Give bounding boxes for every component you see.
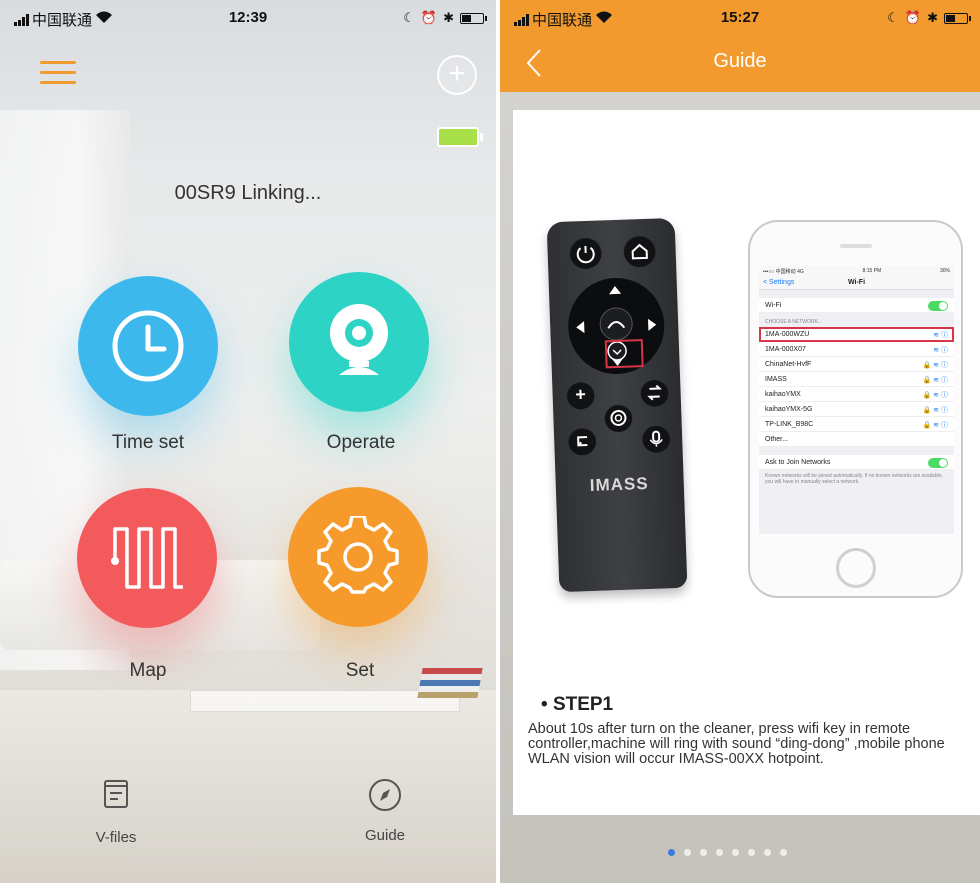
alarm-icon: ⏰	[420, 10, 438, 25]
moon-icon: ☾	[887, 10, 899, 25]
page-title: Guide	[713, 50, 767, 72]
plus-button-icon: +	[566, 380, 596, 410]
home-button-icon	[623, 234, 657, 268]
step-title-text: STEP1	[552, 694, 614, 715]
page-dot[interactable]	[668, 849, 675, 856]
time-set-label: Time set	[111, 432, 185, 453]
v-files-button[interactable]: V-files	[66, 778, 166, 846]
page-dot[interactable]	[780, 849, 787, 856]
gear-icon	[317, 516, 399, 594]
remote-control-image: + IMASS	[546, 217, 688, 593]
set-label: Set	[345, 660, 375, 681]
add-device-button[interactable]: +	[437, 55, 477, 95]
mock-carrier: •••○○ 中国移动 4G	[763, 269, 804, 275]
guide-header: 中国联通 15:27 ☾ ⏰ ✱ Guide	[500, 0, 980, 92]
step-title: • STEP1	[541, 694, 613, 716]
document-icon	[104, 780, 128, 808]
page-dot[interactable]	[748, 849, 755, 856]
alarm-icon: ⏰	[904, 10, 922, 25]
phone-battery-icon	[944, 12, 971, 24]
mock-network-row: 1MA-000WZU ≋ ⓘ	[759, 327, 954, 342]
wifi-key-highlight	[604, 339, 644, 369]
spiral-button-icon	[603, 403, 633, 433]
mock-network-row: IMASS 🔒 ≋ ⓘ	[759, 372, 954, 387]
step-description: About 10s after turn on the cleaner, pre…	[528, 721, 945, 767]
phone-home-button	[836, 548, 876, 588]
power-button-icon	[569, 236, 603, 270]
hamburger-menu-icon[interactable]	[40, 58, 76, 86]
bullet-icon: •	[541, 694, 548, 715]
mock-note: Known networks will be joined automatica…	[765, 473, 943, 485]
mock-wifi-toggle-row: Wi-Fi	[759, 298, 954, 313]
home-screen: 中国联通 12:39 ☾ ⏰ ✱ + 00SR9 Linking... Time…	[0, 0, 496, 883]
v-files-label: V-files	[95, 829, 137, 846]
mock-network-row: kaihaoYMX-5G 🔒 ≋ ⓘ	[759, 402, 954, 417]
return-button-icon	[567, 426, 597, 456]
page-dot[interactable]	[684, 849, 691, 856]
mock-network-row: TP-LINK_B98C 🔒 ≋ ⓘ	[759, 417, 954, 432]
phone-battery-icon	[460, 12, 487, 24]
mock-ask-join-row: Ask to Join Networks	[759, 455, 954, 470]
microphone-button-icon	[641, 424, 671, 454]
wifi-settings-screen: •••○○ 中国移动 4G 8:15 PM 30% < Settings Wi-…	[759, 266, 954, 534]
bluetooth-icon: ✱	[927, 10, 938, 25]
guide-step-card: + IMASS •••○○ 中国移动 4G 8:15 PM 30% < Sett…	[513, 110, 980, 815]
operate-label: Operate	[326, 432, 396, 453]
mock-time: 8:15 PM	[862, 268, 882, 274]
mock-network-row: ChinaNet-HvfF 🔒 ≋ ⓘ	[759, 357, 954, 372]
mock-wifi-toggle	[928, 301, 948, 311]
phone-speaker	[840, 244, 872, 248]
guide-label: Guide	[364, 827, 406, 844]
status-bar: 中国联通 12:39 ☾ ⏰ ✱	[0, 0, 496, 36]
status-bar: 中国联通 15:27 ☾ ⏰ ✱	[500, 0, 980, 36]
compass-icon	[369, 779, 401, 811]
mock-ask-join-toggle	[928, 458, 948, 468]
guide-screen: 中国联通 15:27 ☾ ⏰ ✱ Guide + IMASS •••○○ 中国移…	[500, 0, 980, 883]
swap-button-icon	[640, 378, 670, 408]
bluetooth-icon: ✱	[443, 10, 454, 25]
map-label: Map	[129, 660, 167, 681]
page-dot[interactable]	[700, 849, 707, 856]
page-dot[interactable]	[716, 849, 723, 856]
remote-brand-logo: IMASS	[589, 473, 649, 495]
page-indicator[interactable]	[668, 849, 787, 856]
map-path-icon	[111, 527, 183, 589]
moon-icon: ☾	[403, 10, 415, 25]
phone-wifi-settings-image: •••○○ 中国移动 4G 8:15 PM 30% < Settings Wi-…	[748, 220, 963, 598]
page-dot[interactable]	[732, 849, 739, 856]
guide-button[interactable]: Guide	[335, 778, 435, 844]
device-battery-icon	[437, 127, 483, 147]
mock-network-row: 1MA-000X07 ≋ ⓘ	[759, 342, 954, 357]
mock-battery: 30%	[939, 268, 950, 274]
mock-choose-header: CHOOSE A NETWORK...	[765, 319, 822, 325]
mock-wifi-title: Wi-Fi	[847, 279, 866, 286]
device-status-text: 00SR9 Linking...	[174, 182, 322, 204]
page-dot[interactable]	[764, 849, 771, 856]
clock-icon	[112, 310, 184, 382]
webcam-icon	[330, 304, 388, 375]
mock-network-row: kaihaoYMX 🔒 ≋ ⓘ	[759, 387, 954, 402]
mock-network-row: Other...	[759, 432, 954, 447]
